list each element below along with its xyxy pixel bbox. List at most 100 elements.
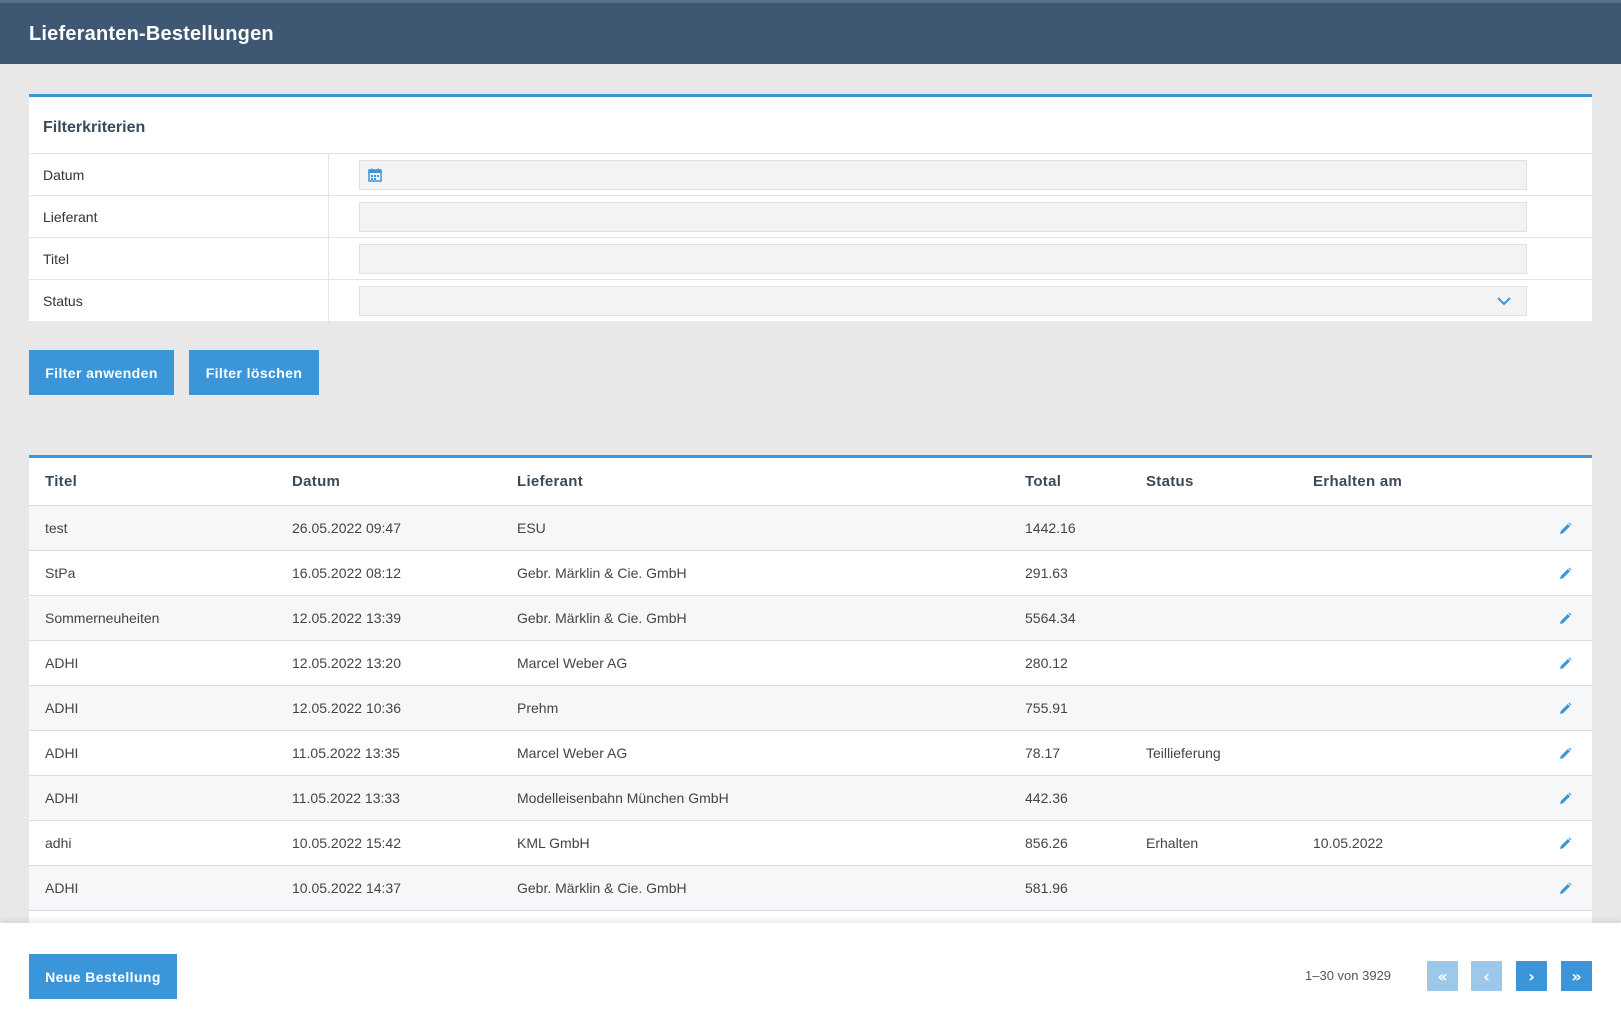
clear-filter-button[interactable]: Filter löschen [189,350,319,395]
column-header-titel[interactable]: Titel [29,458,276,506]
cell-datum: 12.05.2022 13:20 [276,640,501,686]
filter-row-status: Status [29,280,1592,322]
filter-label-titel: Titel [29,238,329,279]
cell-actions [1527,640,1592,686]
pencil-icon[interactable] [1558,747,1572,761]
footer-bar: Neue Bestellung 1–30 von 3929 « ‹ › » [0,923,1621,1023]
table-row[interactable]: ADHI 11.05.2022 13:33 Modelleisenbahn Münc… [29,775,1592,821]
cell-actions [1527,865,1592,911]
titel-input[interactable] [359,243,1527,274]
cell-status [1130,550,1297,596]
first-page-button[interactable]: « [1427,961,1458,991]
cell-titel: ADHI [29,865,276,911]
cell-actions [1527,505,1592,551]
cell-erhalten-am [1297,775,1527,821]
pencil-icon[interactable] [1558,837,1572,851]
cell-lieferant: Prehm [501,685,1009,731]
table-row[interactable]: StPa 16.05.2022 08:12 Gebr. Märklin & Cie.… [29,550,1592,596]
cell-datum: 11.05.2022 13:33 [276,775,501,821]
pencil-icon[interactable] [1558,522,1572,536]
cell-titel: adhi [29,820,276,866]
lieferant-input[interactable] [359,201,1527,232]
cell-datum: 10.05.2022 14:37 [276,865,501,911]
cell-actions [1527,820,1592,866]
cell-lieferant: Marcel Weber AG [501,730,1009,776]
prev-page-button[interactable]: ‹ [1471,961,1502,991]
apply-filter-button[interactable]: Filter anwenden [29,350,174,395]
pagination-summary: 1–30 von 3929 [1305,968,1392,983]
cell-titel: Sommerneuheiten [29,595,276,641]
column-header-actions [1527,458,1592,506]
column-header-lieferant[interactable]: Lieferant [501,458,1009,506]
date-input[interactable] [359,159,1527,190]
filter-label-status: Status [29,280,329,322]
table-row[interactable]: ADHI 12.05.2022 13:20 Marcel Weber AG 280.1… [29,640,1592,686]
cell-lieferant: Marcel Weber AG [501,640,1009,686]
cell-status [1130,595,1297,641]
column-header-datum[interactable]: Datum [276,458,501,506]
cell-total: 755.91 [1009,685,1130,731]
last-page-button[interactable]: » [1561,961,1592,991]
filter-panel-title: Filterkriterien [29,97,1592,154]
cell-total: 291.63 [1009,550,1130,596]
cell-titel: test [29,505,276,551]
orders-table: Titel Datum Lieferant Total Status Erhal… [29,458,1592,925]
cell-actions [1527,550,1592,596]
column-header-total[interactable]: Total [1009,458,1130,506]
orders-table-panel: Titel Datum Lieferant Total Status Erhal… [29,455,1592,925]
page-title: Lieferanten-Bestellungen [29,23,274,45]
filter-label-datum: Datum [29,154,329,195]
cell-erhalten-am [1297,730,1527,776]
cell-status: Erhalten [1130,820,1297,866]
cell-erhalten-am [1297,685,1527,731]
cell-datum: 12.05.2022 13:39 [276,595,501,641]
table-row[interactable]: ADHI 10.05.2022 14:37 Gebr. Märklin & Cie.… [29,865,1592,911]
cell-total: 5564.34 [1009,595,1130,641]
cell-total: 78.17 [1009,730,1130,776]
table-row[interactable]: ADHI 12.05.2022 10:36 Prehm 755.91 [29,685,1592,731]
cell-total: 442.36 [1009,775,1130,821]
filter-label-lieferant: Lieferant [29,196,329,237]
cell-erhalten-am [1297,865,1527,911]
cell-actions [1527,595,1592,641]
pencil-icon[interactable] [1558,567,1572,581]
cell-datum: 11.05.2022 13:35 [276,730,501,776]
cell-titel: ADHI [29,640,276,686]
calendar-icon [368,168,382,182]
cell-lieferant: ESU [501,505,1009,551]
table-row[interactable]: ADHI 11.05.2022 13:35 Marcel Weber AG 78.17… [29,730,1592,776]
cell-erhalten-am [1297,505,1527,551]
cell-datum: 10.05.2022 15:42 [276,820,501,866]
cell-lieferant: Modelleisenbahn München GmbH [501,775,1009,821]
pencil-icon[interactable] [1558,702,1572,716]
cell-erhalten-am [1297,640,1527,686]
cell-erhalten-am [1297,595,1527,641]
cell-status [1130,865,1297,911]
cell-status: Teillieferung [1130,730,1297,776]
cell-lieferant: KML GmbH [501,820,1009,866]
table-row[interactable]: test 26.05.2022 09:47 ESU 1442.16 [29,505,1592,551]
cell-erhalten-am [1297,550,1527,596]
status-select[interactable] [359,286,1527,316]
pencil-icon[interactable] [1558,882,1572,896]
cell-titel: ADHI [29,685,276,731]
cell-datum: 12.05.2022 10:36 [276,685,501,731]
filter-row-datum: Datum [29,154,1592,196]
pencil-icon[interactable] [1558,612,1572,626]
cell-titel: ADHI [29,775,276,821]
cell-erhalten-am: 10.05.2022 [1297,820,1527,866]
cell-total: 280.12 [1009,640,1130,686]
filter-row-titel: Titel [29,238,1592,280]
cell-lieferant: Gebr. Märklin & Cie. GmbH [501,550,1009,596]
column-header-erhalten-am[interactable]: Erhalten am [1297,458,1527,506]
pencil-icon[interactable] [1558,792,1572,806]
table-row[interactable]: Sommerneuheiten 12.05.2022 13:39 Gebr. Mär… [29,595,1592,641]
cell-titel: ADHI [29,730,276,776]
cell-titel: StPa [29,550,276,596]
pencil-icon[interactable] [1558,657,1572,671]
table-row[interactable]: adhi 10.05.2022 15:42 KML GmbH 856.26 Erhalt… [29,820,1592,866]
next-page-button[interactable]: › [1516,961,1547,991]
cell-lieferant: Gebr. Märklin & Cie. GmbH [501,595,1009,641]
new-order-button[interactable]: Neue Bestellung [29,954,177,999]
column-header-status[interactable]: Status [1130,458,1297,506]
